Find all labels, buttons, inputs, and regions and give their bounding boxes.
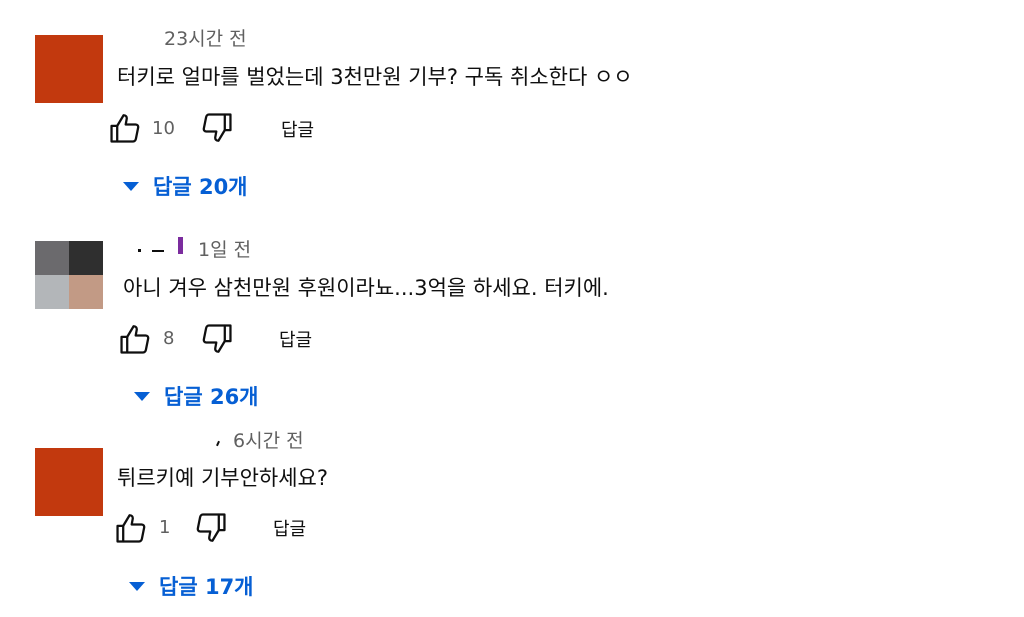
thumbs-down-icon: [196, 513, 226, 542]
thumbs-up-icon: [110, 114, 140, 143]
comment-timestamp[interactable]: 6시간 전: [233, 426, 304, 453]
avatar[interactable]: [35, 241, 103, 309]
dislike-button[interactable]: [199, 321, 235, 357]
avatar[interactable]: [35, 35, 103, 103]
redacted-username: [214, 432, 224, 448]
thumbs-down-icon: [202, 324, 232, 353]
caret-down-icon: [129, 581, 145, 591]
avatar[interactable]: [35, 448, 103, 516]
like-count: 10: [152, 118, 175, 139]
like-count: 8: [163, 328, 175, 349]
comment-timestamp[interactable]: 1일 전: [198, 235, 251, 262]
view-replies-button[interactable]: 답글 17개: [129, 571, 254, 601]
reply-button[interactable]: 답글: [281, 116, 314, 142]
comment-text: 튀르키예 기부안하세요?: [117, 466, 329, 490]
thumbs-up-icon: [116, 514, 146, 543]
view-replies-button[interactable]: 답글 26개: [134, 381, 259, 411]
replies-count-label: 답글 26개: [164, 385, 259, 409]
thumbs-down-icon: [202, 113, 232, 142]
caret-down-icon: [134, 391, 150, 401]
view-replies-button[interactable]: 답글 20개: [123, 171, 248, 201]
comment-timestamp[interactable]: 23시간 전: [164, 24, 247, 51]
thumbs-up-icon: [120, 325, 150, 354]
reply-button[interactable]: 답글: [273, 515, 306, 541]
replies-count-label: 답글 17개: [159, 575, 254, 599]
redacted-username: [134, 236, 192, 256]
comment-text: 아니 겨우 삼천만원 후원이라뇨...3억을 하세요. 터키에.: [123, 276, 609, 300]
comment-text: 터키로 얼마를 벌었는데 3천만원 기부? 구독 취소한다 ㅇㅇ: [117, 65, 633, 89]
like-count: 1: [159, 517, 171, 538]
caret-down-icon: [123, 181, 139, 191]
like-button[interactable]: [117, 321, 153, 357]
dislike-button[interactable]: [199, 110, 235, 146]
reply-button[interactable]: 답글: [279, 326, 312, 352]
dislike-button[interactable]: [193, 510, 229, 546]
replies-count-label: 답글 20개: [153, 175, 248, 199]
like-button[interactable]: [113, 510, 149, 546]
like-button[interactable]: [107, 110, 143, 146]
